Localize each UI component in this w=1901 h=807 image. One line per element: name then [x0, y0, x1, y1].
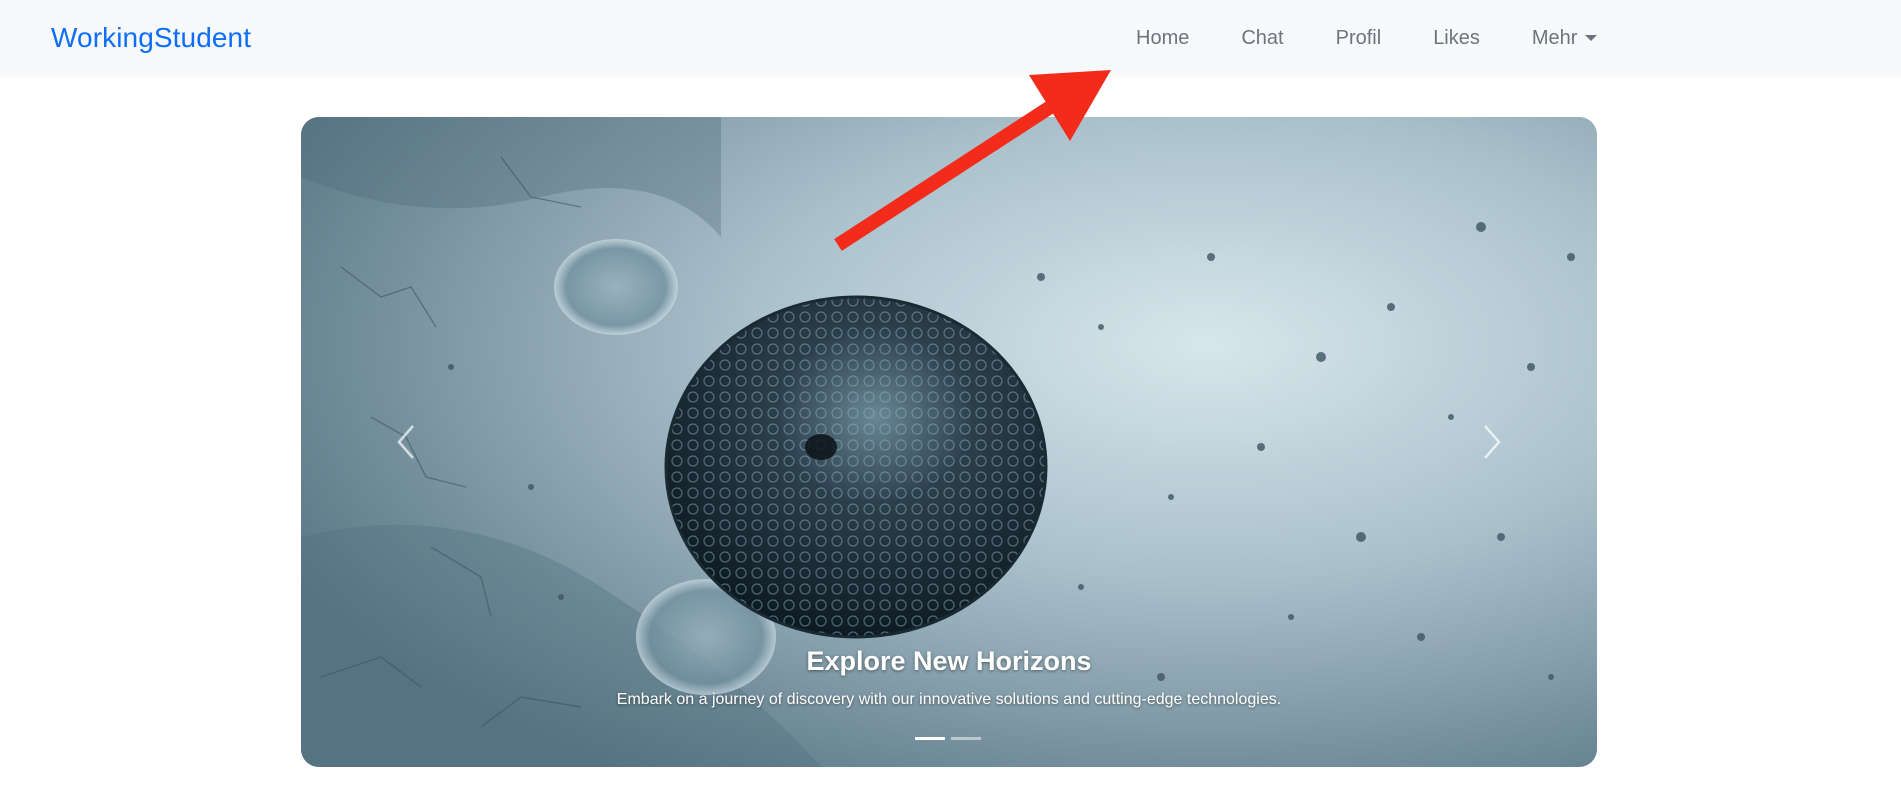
brand-logo-link[interactable]: WorkingStudent — [51, 22, 251, 54]
chevron-left-icon — [397, 425, 414, 459]
carousel-prev-button[interactable] — [346, 357, 466, 527]
carousel-indicator-2[interactable] — [951, 737, 981, 740]
nav-link-likes[interactable]: Likes — [1407, 0, 1506, 77]
slide-title: Explore New Horizons — [806, 646, 1092, 676]
carousel-indicator-1[interactable] — [915, 737, 945, 740]
nav-link-chat[interactable]: Chat — [1215, 0, 1309, 77]
caret-down-icon — [1585, 34, 1598, 41]
nav-dropdown-mehr[interactable]: Mehr — [1506, 0, 1624, 77]
chevron-right-icon — [1484, 425, 1501, 459]
nav-dropdown-label: Mehr — [1531, 27, 1578, 49]
nav-link-profil[interactable]: Profil — [1310, 0, 1408, 77]
carousel-next-button[interactable] — [1432, 357, 1552, 527]
navbar: WorkingStudent Home Chat Profil Likes Me… — [0, 0, 1901, 77]
slide-text: Embark on a journey of discovery with ou… — [616, 691, 1282, 708]
nav-links: Home Chat Profil Likes Mehr — [1110, 0, 1623, 77]
nav-link-home[interactable]: Home — [1110, 0, 1215, 77]
hero-carousel: Explore New Horizons Embark on a journey… — [301, 117, 1597, 767]
carousel-indicators — [915, 737, 981, 740]
